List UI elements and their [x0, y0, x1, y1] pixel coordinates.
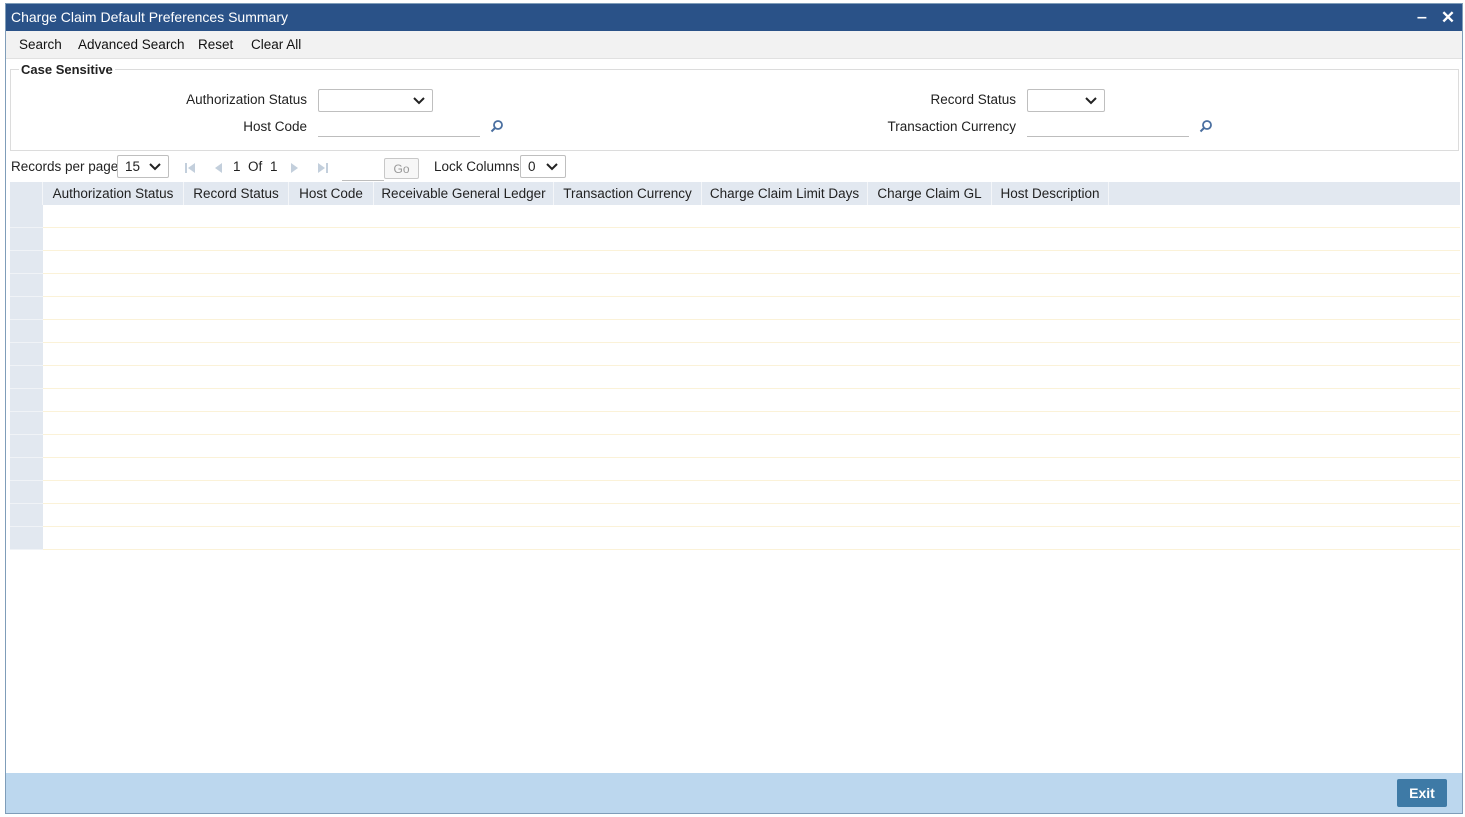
next-page-icon[interactable]	[289, 162, 301, 174]
row-select-cell[interactable]	[10, 504, 43, 527]
last-page-icon[interactable]	[317, 162, 329, 174]
advanced-search-button[interactable]: Advanced Search	[78, 37, 185, 52]
row-select-cell[interactable]	[10, 297, 43, 320]
row-select-cell[interactable]	[10, 320, 43, 343]
lock-columns-label: Lock Columns	[434, 159, 520, 174]
row-select-cell[interactable]	[10, 205, 43, 228]
table-row[interactable]	[10, 412, 1460, 435]
row-select-cell[interactable]	[10, 435, 43, 458]
row-select-cell[interactable]	[10, 343, 43, 366]
table-row[interactable]	[10, 366, 1460, 389]
clear-all-button[interactable]: Clear All	[251, 37, 301, 52]
row-select-cell[interactable]	[10, 389, 43, 412]
records-per-page-label: Records per page	[11, 159, 119, 174]
table-row[interactable]	[10, 389, 1460, 412]
column-header-host-description[interactable]: Host Description	[992, 182, 1109, 205]
column-header-charge-claim-gl[interactable]: Charge Claim GL	[868, 182, 992, 205]
column-header-charge-claim-limit-days[interactable]: Charge Claim Limit Days	[702, 182, 868, 205]
row-select-cell[interactable]	[10, 251, 43, 274]
search-icon[interactable]	[1199, 119, 1213, 133]
toolbar: Search Advanced Search Reset Clear All	[6, 31, 1462, 59]
table-row[interactable]	[10, 251, 1460, 274]
table-row[interactable]	[10, 274, 1460, 297]
results-grid-header: Authorization Status Record Status Host …	[10, 182, 1460, 205]
records-per-page-value: 15	[125, 159, 141, 174]
reset-button[interactable]: Reset	[198, 37, 233, 52]
row-select-cell[interactable]	[10, 481, 43, 504]
table-row[interactable]	[10, 504, 1460, 527]
chevron-down-icon	[546, 163, 558, 171]
authorization-status-select[interactable]	[318, 89, 433, 112]
host-code-label: Host Code	[243, 119, 307, 134]
go-to-page-input[interactable]	[342, 158, 384, 181]
table-row[interactable]	[10, 297, 1460, 320]
footer-bar: Exit	[6, 773, 1462, 813]
of-label: Of	[248, 159, 263, 174]
lock-columns-value: 0	[528, 159, 536, 174]
table-row[interactable]	[10, 435, 1460, 458]
exit-button[interactable]: Exit	[1397, 779, 1447, 807]
column-header-authorization-status[interactable]: Authorization Status	[43, 182, 184, 205]
search-button[interactable]: Search	[19, 37, 62, 52]
row-select-cell[interactable]	[10, 366, 43, 389]
table-row[interactable]	[10, 481, 1460, 504]
chevron-down-icon	[413, 97, 425, 105]
previous-page-icon[interactable]	[212, 162, 224, 174]
row-divider	[43, 549, 1460, 550]
total-pages: 1	[270, 159, 278, 174]
host-code-input[interactable]	[318, 117, 480, 137]
record-status-select[interactable]	[1027, 89, 1105, 112]
chevron-down-icon	[149, 163, 161, 171]
first-page-icon[interactable]	[184, 162, 196, 174]
column-header-receivable-general-ledger[interactable]: Receivable General Ledger	[374, 182, 554, 205]
transaction-currency-input[interactable]	[1027, 117, 1189, 137]
table-row[interactable]	[10, 228, 1460, 251]
table-row[interactable]	[10, 343, 1460, 366]
summary-window: Charge Claim Default Preferences Summary…	[5, 3, 1463, 814]
row-select-cell[interactable]	[10, 527, 43, 550]
table-row[interactable]	[10, 320, 1460, 343]
window-title: Charge Claim Default Preferences Summary	[11, 9, 288, 25]
column-header-transaction-currency[interactable]: Transaction Currency	[554, 182, 702, 205]
records-per-page-select[interactable]: 15	[117, 155, 169, 178]
row-select-cell[interactable]	[10, 412, 43, 435]
minimize-button[interactable]: ‒	[1412, 4, 1432, 31]
select-all-cell[interactable]	[10, 182, 43, 205]
row-select-cell[interactable]	[10, 458, 43, 481]
search-criteria-panel: Case Sensitive	[10, 62, 1459, 151]
go-button[interactable]: Go	[384, 158, 419, 179]
table-row[interactable]	[10, 527, 1460, 550]
record-status-label: Record Status	[930, 92, 1016, 107]
search-icon[interactable]	[490, 119, 504, 133]
row-select-cell[interactable]	[10, 274, 43, 297]
transaction-currency-label: Transaction Currency	[887, 119, 1016, 134]
table-row[interactable]	[10, 458, 1460, 481]
column-header-record-status[interactable]: Record Status	[184, 182, 289, 205]
authorization-status-label: Authorization Status	[186, 92, 307, 107]
case-sensitive-legend: Case Sensitive	[19, 62, 115, 77]
title-bar: Charge Claim Default Preferences Summary…	[6, 4, 1462, 31]
column-header-host-code[interactable]: Host Code	[289, 182, 374, 205]
current-page: 1	[233, 159, 241, 174]
close-button[interactable]: ✕	[1438, 4, 1458, 31]
chevron-down-icon	[1085, 97, 1097, 105]
lock-columns-select[interactable]: 0	[520, 155, 566, 178]
table-row[interactable]	[10, 205, 1460, 228]
row-select-cell[interactable]	[10, 228, 43, 251]
